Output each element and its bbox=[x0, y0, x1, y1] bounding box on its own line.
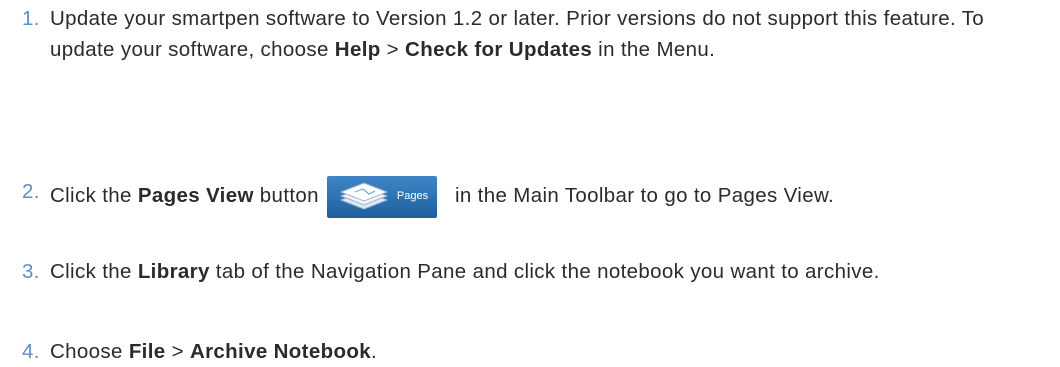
menu-file: File bbox=[128, 340, 166, 363]
pages-button-label: Pages bbox=[396, 190, 429, 202]
menu-help: Help bbox=[334, 38, 381, 61]
menu-archive-notebook: Archive Notebook bbox=[189, 340, 371, 363]
stacked-pages-icon bbox=[339, 182, 389, 210]
step-number: 2. bbox=[22, 180, 40, 203]
step-1: 1. Update your smartpen software to Vers… bbox=[22, 3, 1052, 65]
step-text: Update your smartpen software to Version… bbox=[50, 7, 985, 61]
step-number: 1. bbox=[22, 7, 40, 30]
step-text: Choose File > Archive Notebook. bbox=[50, 340, 378, 363]
step-text: Click the Library tab of the Navigation … bbox=[50, 260, 880, 283]
step-3: 3. Click the Library tab of the Navigati… bbox=[22, 256, 1052, 287]
pages-view-button[interactable]: Pages bbox=[326, 176, 437, 218]
menu-check-for-updates: Check for Updates bbox=[405, 38, 593, 61]
step-4: 4. Choose File > Archive Notebook. bbox=[22, 336, 1052, 367]
pages-view-label: Pages View bbox=[137, 184, 254, 207]
step-number: 4. bbox=[22, 340, 40, 363]
library-tab-label: Library bbox=[137, 260, 210, 283]
step-text: Click the Pages View button Pages in the… bbox=[50, 176, 1052, 218]
step-number: 3. bbox=[22, 260, 40, 283]
step-2: 2. Click the Pages View button Pages in … bbox=[22, 176, 1052, 218]
